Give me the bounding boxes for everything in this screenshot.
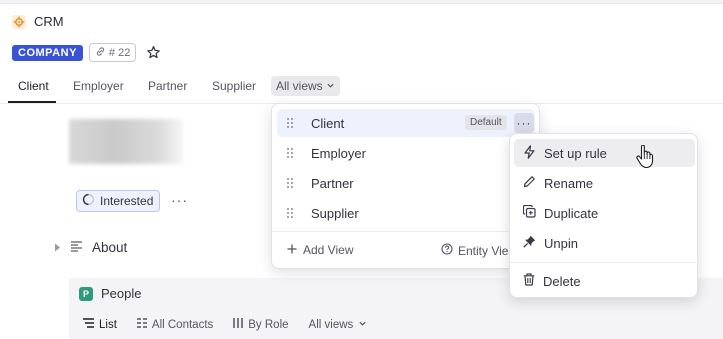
views-dropdown: Client Default ··· Employer Partner Supp…: [271, 103, 540, 269]
progress-ring-icon: [82, 193, 95, 209]
list-icon: [83, 318, 94, 331]
menu-divider: [510, 262, 699, 263]
link-icon: [95, 46, 106, 60]
view-context-menu: Set up rule Rename Duplicate Unpin Delet…: [509, 133, 699, 298]
drag-handle-icon[interactable]: [286, 117, 296, 129]
expand-caret-icon: [54, 240, 61, 255]
view-item-partner[interactable]: Partner: [277, 169, 535, 197]
people-tab-list[interactable]: List: [83, 318, 117, 331]
more-options-icon[interactable]: ···: [514, 113, 534, 133]
hand-pointer-cursor-icon: [636, 144, 654, 169]
people-title: People: [101, 286, 142, 301]
menu-item-set-up-rule[interactable]: Set up rule: [514, 139, 695, 167]
menu-divider: [272, 231, 539, 232]
app-title: CRM: [34, 14, 64, 29]
menu-item-label: Set up rule: [544, 145, 607, 161]
view-item-label: Client: [311, 115, 345, 131]
people-all-views-label: All views: [308, 318, 354, 331]
people-header[interactable]: P People: [79, 286, 141, 301]
company-logo-blurred: [69, 119, 183, 164]
tab-supplier[interactable]: Supplier: [206, 76, 262, 96]
pencil-icon: [523, 175, 536, 191]
view-item-employer[interactable]: Employer: [277, 139, 535, 167]
crm-gear-icon: [12, 14, 26, 29]
all-views-label: All views: [276, 79, 323, 93]
drag-handle-icon[interactable]: [286, 147, 296, 159]
view-item-supplier[interactable]: Supplier: [277, 199, 535, 227]
view-tabs: Client Employer Partner Supplier: [0, 72, 723, 104]
top-bar: [0, 0, 723, 4]
active-tab-indicator: [8, 101, 56, 103]
status-badge[interactable]: Interested: [76, 190, 161, 212]
record-meta: COMPANY # 22: [12, 43, 161, 62]
text-align-icon: [70, 240, 83, 255]
people-view-tabs: List All Contacts By Role All views: [83, 318, 387, 331]
tab-client[interactable]: Client: [12, 76, 55, 96]
view-item-client[interactable]: Client Default ···: [277, 109, 535, 137]
view-item-label: Employer: [311, 145, 366, 161]
entity-view-label: Entity Vie: [458, 243, 509, 258]
view-item-label: Supplier: [311, 205, 359, 221]
record-id: # 22: [108, 46, 131, 59]
trash-icon: [523, 273, 535, 289]
menu-item-label: Unpin: [544, 235, 578, 251]
menu-item-label: Duplicate: [544, 205, 599, 221]
chevron-down-icon: [358, 319, 367, 331]
about-section-header[interactable]: About: [54, 240, 127, 255]
pin-icon: [523, 235, 536, 251]
about-label: About: [92, 240, 128, 255]
tab-employer[interactable]: Employer: [67, 76, 130, 96]
menu-item-unpin[interactable]: Unpin: [514, 229, 695, 257]
people-tab-all-contacts[interactable]: All Contacts: [136, 318, 214, 331]
view-item-label: Partner: [311, 175, 354, 191]
people-badge: P: [79, 286, 93, 301]
drag-handle-icon[interactable]: [286, 177, 296, 189]
columns-icon: [233, 318, 244, 331]
people-tab-all-contacts-label: All Contacts: [151, 318, 214, 331]
menu-item-label: Rename: [544, 175, 594, 191]
drag-handle-icon[interactable]: [286, 207, 296, 219]
app-header: CRM: [12, 14, 64, 29]
plus-icon: [287, 243, 297, 257]
people-tab-by-role[interactable]: By Role: [233, 318, 289, 331]
record-id-chip[interactable]: # 22: [88, 43, 137, 62]
lightning-icon: [523, 144, 536, 162]
tab-partner[interactable]: Partner: [142, 76, 193, 96]
status-more-icon[interactable]: ···: [171, 192, 188, 208]
people-all-views-button[interactable]: All views: [309, 319, 368, 331]
people-tab-by-role-label: By Role: [248, 318, 289, 331]
menu-item-rename[interactable]: Rename: [514, 169, 695, 197]
star-icon[interactable]: [145, 45, 161, 61]
menu-item-duplicate[interactable]: Duplicate: [514, 199, 695, 227]
record-type-badge: COMPANY: [12, 44, 83, 61]
all-views-button[interactable]: All views: [271, 76, 340, 96]
duplicate-icon: [522, 204, 536, 221]
grid-icon: [136, 318, 147, 331]
people-tab-list-label: List: [99, 318, 117, 331]
entity-view-button[interactable]: Entity Vie: [441, 243, 508, 258]
help-circle-icon: [441, 243, 453, 258]
add-view-button[interactable]: Add View: [287, 243, 353, 257]
menu-item-label: Delete: [543, 273, 581, 289]
default-badge: Default: [465, 115, 507, 130]
status-label: Interested: [100, 194, 154, 208]
menu-item-delete[interactable]: Delete: [514, 267, 695, 295]
chevron-down-icon: [326, 79, 335, 93]
add-view-label: Add View: [303, 243, 354, 257]
